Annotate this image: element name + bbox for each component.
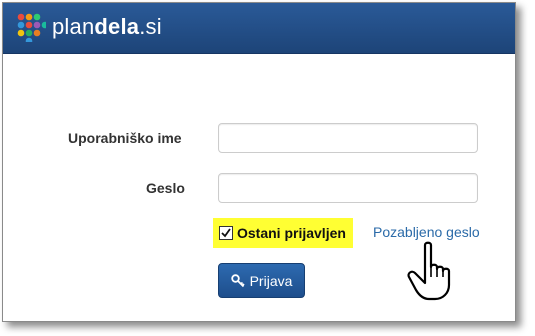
password-label: Geslo: [146, 180, 185, 196]
remember-me-checkbox[interactable]: [219, 226, 233, 240]
key-icon: [230, 273, 245, 287]
hand-pointer-icon: [407, 241, 451, 301]
brand-name-bold: dela: [94, 14, 140, 39]
plandela-logo-icon: [17, 13, 46, 42]
forgot-password-link[interactable]: Pozabljeno geslo: [373, 224, 480, 240]
brand-name-suffix: .si: [139, 14, 162, 39]
navbar: plan dela .si: [3, 3, 515, 54]
brand-logo-link[interactable]: plan dela .si: [16, 12, 162, 42]
login-button-label: Prijava: [249, 272, 293, 289]
brand-name-plain: plan: [52, 14, 95, 39]
login-button[interactable]: Prijava: [218, 263, 305, 298]
remember-me-highlight[interactable]: Ostani prijavljen: [213, 218, 353, 248]
login-window: plan dela .si Uporabniško ime Geslo Ostani…: [2, 2, 516, 322]
checkmark-icon: [221, 228, 231, 238]
username-input[interactable]: [218, 123, 478, 153]
password-input[interactable]: [218, 173, 478, 203]
username-label: Uporabniško ime: [68, 130, 182, 146]
remember-me-label: Ostani prijavljen: [237, 225, 346, 241]
